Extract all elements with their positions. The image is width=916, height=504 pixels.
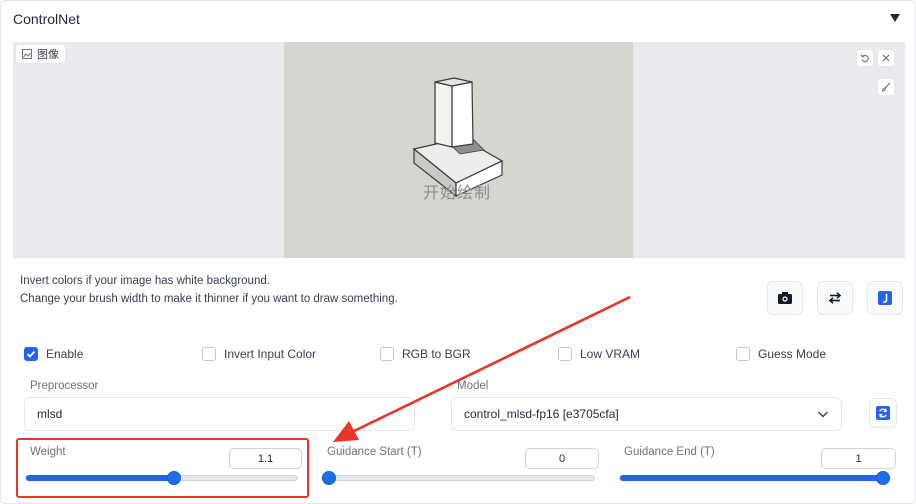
annotation-arrow-icon (333, 295, 631, 442)
